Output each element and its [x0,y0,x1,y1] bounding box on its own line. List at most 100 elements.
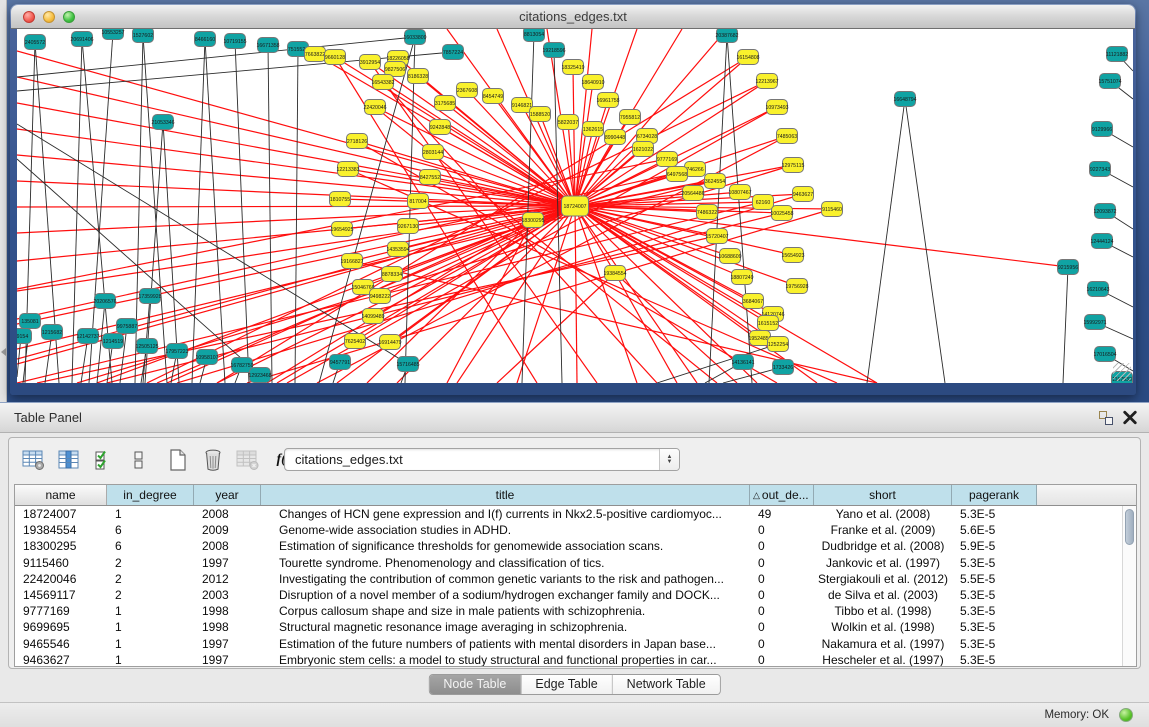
cell-pagerank[interactable]: 5.3E-5 [952,506,1037,522]
graph-node[interactable]: 17359928 [138,289,161,304]
graph-node[interactable]: 20206576 [93,294,116,309]
row-height-button[interactable] [124,446,154,474]
graph-node[interactable]: 1733426 [773,360,794,375]
graph-node[interactable]: 18640910 [581,75,604,90]
graph-node[interactable]: 12213967 [755,74,778,89]
cell-year[interactable]: 2009 [194,522,261,538]
close-panel-icon[interactable] [1123,410,1137,425]
graph-node[interactable]: 9463627 [793,187,814,202]
graph-node[interactable]: 10553257 [101,29,124,40]
cell-title[interactable]: Genome-wide association studies in ADHD. [261,522,750,538]
table-row[interactable]: 1456911722003Disruption of a novel membe… [15,587,1122,603]
graph-node[interactable]: 9115460 [822,202,843,217]
graph-node[interactable]: 7486322 [697,205,718,220]
cell-in_degree[interactable]: 1 [107,506,194,522]
column-header-year[interactable]: year [194,485,261,505]
cell-pagerank[interactable]: 5.3E-5 [952,636,1037,652]
column-header-name[interactable]: name [15,485,107,505]
cell-pagerank[interactable]: 5.3E-5 [952,587,1037,603]
cell-pagerank[interactable]: 5.5E-5 [952,571,1037,587]
cell-name[interactable]: 9777169 [15,603,107,619]
cell-in_degree[interactable]: 2 [107,587,194,603]
graph-node[interactable]: 6497568 [667,167,688,182]
graph-node[interactable]: 16543382 [371,75,394,90]
graph-node[interactable]: 3684067 [743,294,764,309]
cell-out_de[interactable]: 0 [750,571,814,587]
graph-node[interactable]: 21053346 [151,115,174,130]
graph-node[interactable]: 20387682 [715,29,738,43]
graph-node[interactable]: 9660128 [325,50,346,65]
cell-in_degree[interactable]: 1 [107,619,194,635]
graph-node[interactable]: 1621022 [633,142,654,157]
graph-node[interactable]: 817004 [408,194,429,209]
cell-short[interactable]: de Silva et al. (2003) [814,587,952,603]
cell-pagerank[interactable]: 5.9E-5 [952,538,1037,554]
network-canvas[interactable]: 2405572206914061055325715276028466160107… [17,29,1133,383]
graph-node[interactable]: 8466160 [195,32,216,47]
cell-title[interactable]: Structural magnetic resonance image aver… [261,619,750,635]
graph-node[interactable]: 2405572 [25,35,46,50]
graph-node[interactable]: 8990448 [605,130,626,145]
cell-title[interactable]: Estimation of significance thresholds fo… [261,538,750,554]
graph-node[interactable]: 7663822 [305,47,326,62]
graph-node[interactable]: 16961758 [596,93,619,108]
graph-node[interactable]: 15654923 [781,248,804,263]
graph-node[interactable]: 9457791 [330,355,351,370]
scrollbar-thumb[interactable] [1125,509,1134,545]
cell-year[interactable]: 1997 [194,555,261,571]
cell-short[interactable]: Jankovic et al. (1997) [814,555,952,571]
graph-node[interactable]: 8186328 [408,69,429,84]
graph-node[interactable]: 18325419 [561,60,584,75]
collapse-panel-arrow-icon[interactable] [1,348,6,356]
graph-node[interactable]: 14099489 [361,309,384,324]
cell-year[interactable]: 1997 [194,636,261,652]
cell-title[interactable]: Corpus callosum shape and size in male p… [261,603,750,619]
column-header-pagerank[interactable]: pagerank [952,485,1037,505]
graph-node[interactable]: 9227343 [1090,162,1111,177]
graph-node[interactable]: 10688609 [718,249,741,264]
column-edit-button[interactable] [54,446,84,474]
cell-short[interactable]: Dudbridge et al. (2008) [814,538,952,554]
cell-name[interactable]: 9115460 [15,555,107,571]
cell-title[interactable]: Tourette syndrome. Phenomenology and cla… [261,555,750,571]
resize-grip-icon[interactable] [1113,363,1131,381]
graph-node[interactable]: 8813054 [524,29,545,42]
graph-node[interactable]: 8878334 [382,267,403,282]
cell-in_degree[interactable]: 6 [107,522,194,538]
network-view-window[interactable]: citations_edges.txt 24055722069140610553… [10,4,1136,395]
cell-short[interactable]: Wolkin et al. (1998) [814,619,952,635]
cell-name[interactable]: 9699695 [15,619,107,635]
tab-node-table[interactable]: Node Table [429,675,521,694]
graph-node[interactable]: 18724007 [562,196,589,216]
cell-short[interactable]: Nakamura et al. (1997) [814,636,952,652]
graph-node[interactable]: 1215682 [42,325,63,340]
cell-year[interactable]: 2008 [194,506,261,522]
cell-year[interactable]: 2012 [194,571,261,587]
cell-pagerank[interactable]: 5.3E-5 [952,603,1037,619]
graph-node[interactable]: 9777169 [657,152,678,167]
graph-node[interactable]: 16210643 [1086,282,1109,297]
cell-name[interactable]: 9465546 [15,636,107,652]
cell-in_degree[interactable]: 1 [107,652,194,666]
graph-node[interactable]: 15992971 [1083,315,1106,330]
table-row[interactable]: 969969511998Structural magnetic resonanc… [15,619,1122,635]
cell-year[interactable]: 1998 [194,619,261,635]
graph-node[interactable]: 17957223 [165,344,188,359]
cell-year[interactable]: 1997 [194,652,261,666]
graph-node[interactable]: 7485063 [777,129,798,144]
cell-out_de[interactable]: 0 [750,538,814,554]
cell-title[interactable]: Changes of HCN gene expression and I(f) … [261,506,750,522]
graph-node[interactable]: 20691406 [70,32,93,47]
table-vertical-scrollbar[interactable] [1122,506,1136,666]
graph-node[interactable]: 1362615 [583,122,604,137]
cell-name[interactable]: 19384554 [15,522,107,538]
graph-node[interactable]: 10719155 [223,34,246,49]
graph-node[interactable]: 12444124 [1090,234,1113,249]
graph-node[interactable]: 19756928 [785,279,808,294]
graph-node[interactable]: 9215956 [1058,260,1079,275]
tab-edge-table[interactable]: Edge Table [521,675,612,694]
cell-out_de[interactable]: 0 [750,587,814,603]
graph-node[interactable]: 16154808 [736,50,759,65]
graph-node[interactable]: 19218596 [542,43,565,58]
cell-out_de[interactable]: 0 [750,555,814,571]
